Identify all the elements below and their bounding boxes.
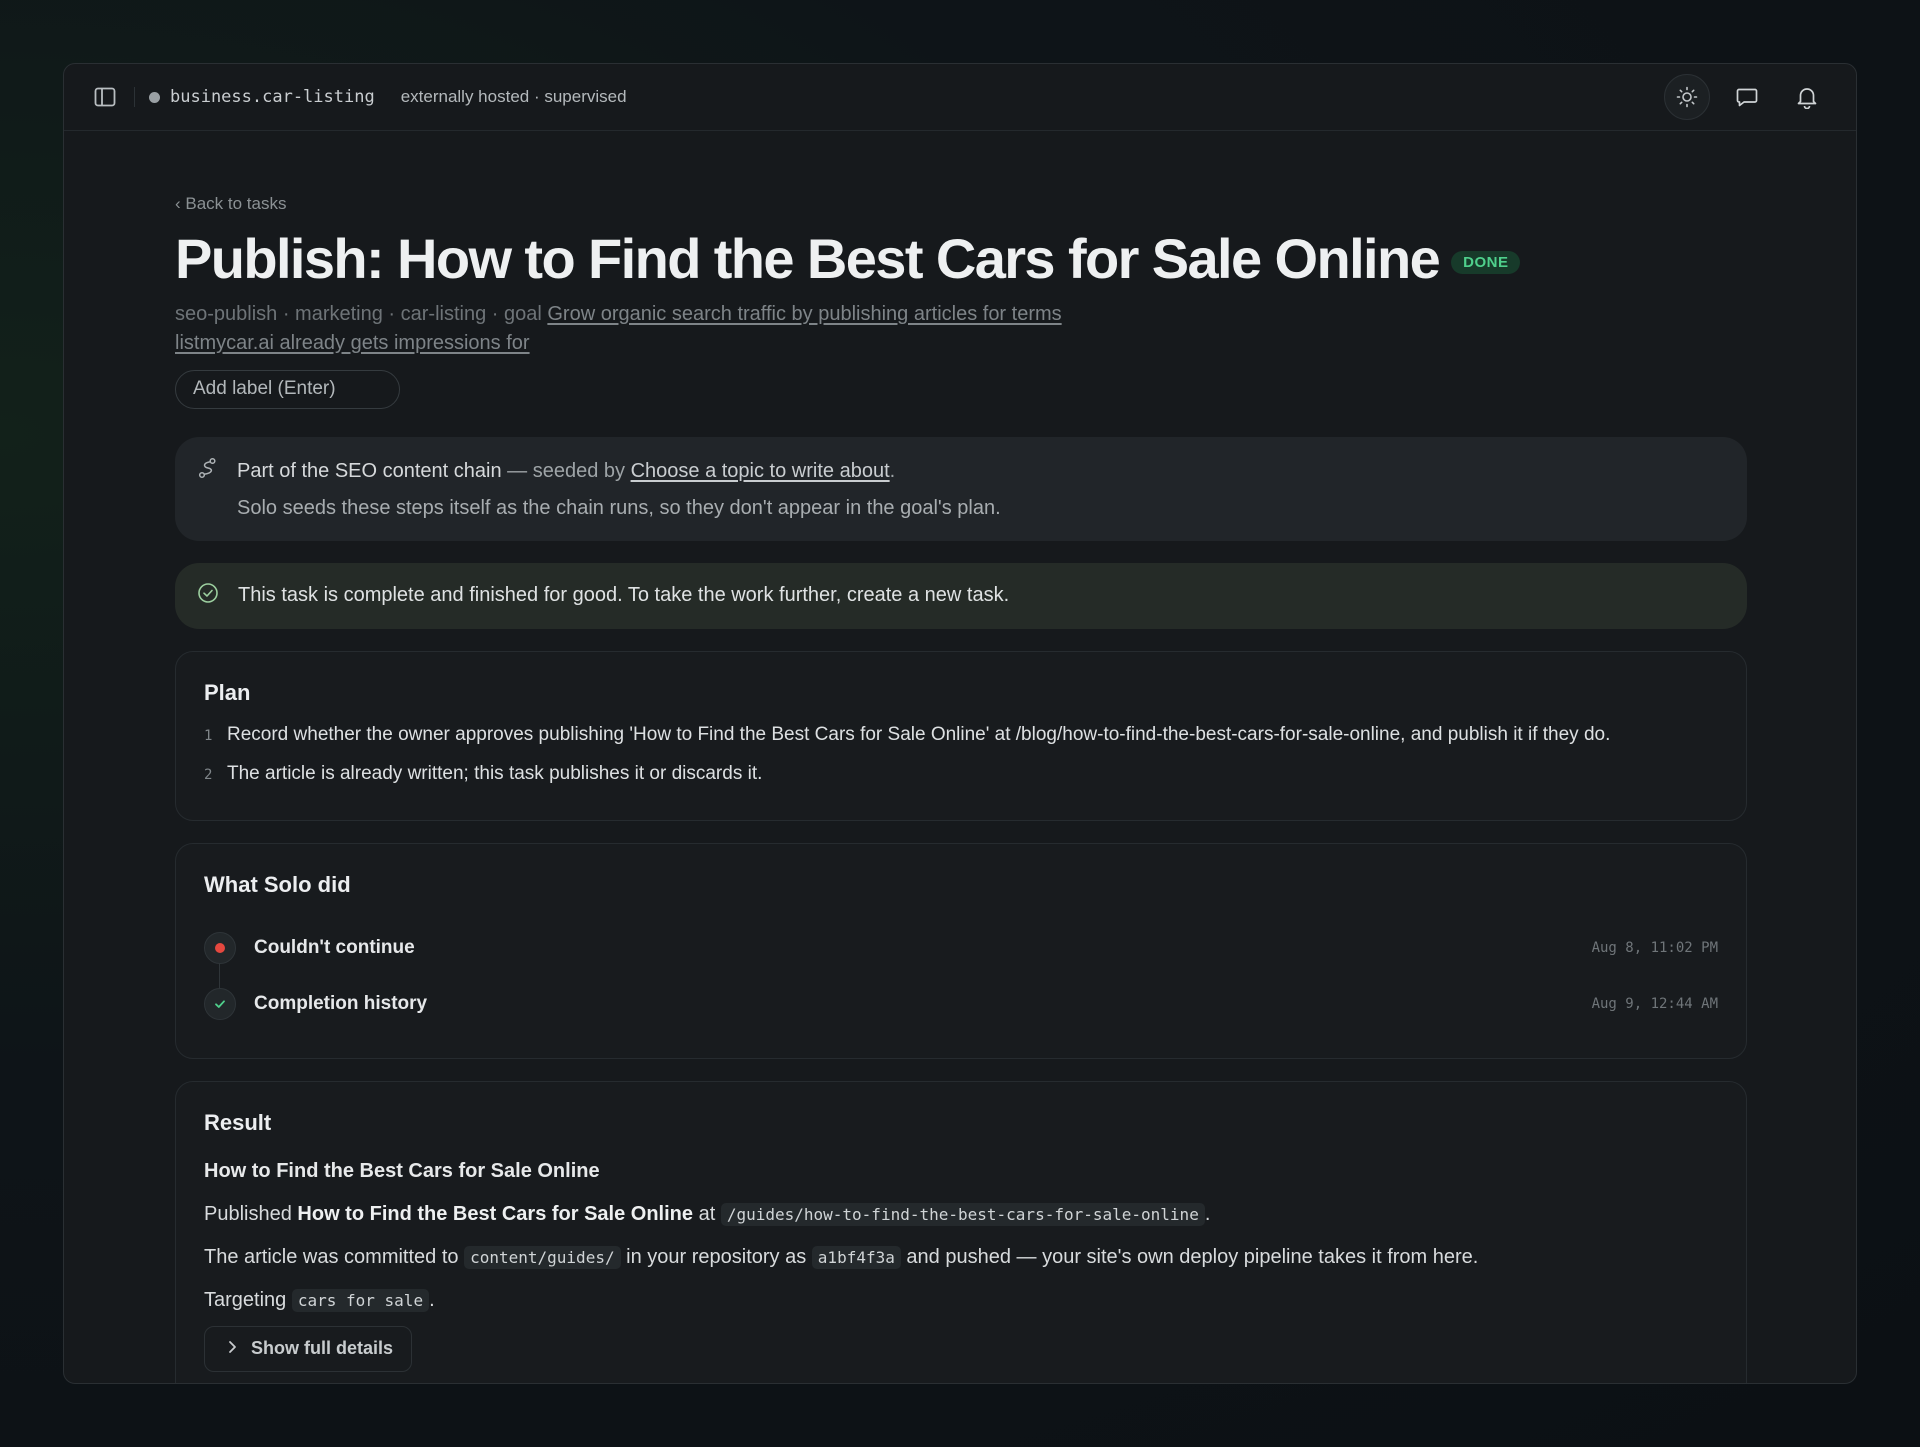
published-line: Published How to Find the Best Cars for …	[204, 1202, 1211, 1226]
commit-suffix: and pushed — your site's own deploy pipe…	[900, 1245, 1479, 1268]
chain-info: Part of the SEO content chain — seeded b…	[175, 436, 1747, 541]
targeting-prefix: Targeting	[204, 1288, 292, 1311]
published-prefix: Published	[204, 1202, 298, 1225]
hosting-mode: externally hosted · supervised	[400, 87, 627, 106]
chain-note: Solo seeds these steps itself as the cha…	[237, 496, 1001, 519]
chain-name: Part of the SEO content chain	[237, 459, 502, 482]
chain-description: Part of the SEO content chain — seeded b…	[237, 456, 1747, 486]
step-text: Record whether the owner approves publis…	[227, 723, 1611, 745]
top-actions	[1664, 74, 1830, 120]
show-details-label: Show full details	[251, 1338, 394, 1359]
check-icon	[204, 987, 236, 1020]
task-detail: ‹ Back to tasks Publish: How to Find the…	[175, 194, 1747, 1383]
error-dot-icon	[204, 931, 236, 964]
event-time: Aug 8, 11:02 PM	[1591, 939, 1718, 956]
plan-step: 2 The article is already written; this t…	[204, 763, 1718, 802]
back-to-tasks-link[interactable]: ‹ Back to tasks	[175, 194, 286, 214]
chevron-right-icon	[227, 1338, 237, 1359]
sun-icon[interactable]	[1664, 74, 1710, 120]
step-number: 2	[204, 766, 213, 783]
show-full-details-button[interactable]: Show full details	[204, 1325, 413, 1372]
published-path: /guides/how-to-find-the-best-cars-for-sa…	[720, 1202, 1205, 1226]
complete-notice-text: This task is complete and finished for g…	[238, 584, 1010, 607]
page-title: Publish: How to Find the Best Cars for S…	[175, 227, 1441, 290]
commit-line: The article was committed to content/gui…	[204, 1245, 1718, 1269]
activity-card: What Solo did Couldn't continue Aug 8, 1…	[175, 842, 1747, 1059]
published-title: How to Find the Best Cars for Sale Onlin…	[297, 1202, 694, 1225]
commit-dir: content/guides/	[464, 1245, 621, 1269]
sidebar-icon[interactable]	[92, 84, 118, 110]
chain-suffix: .	[889, 459, 896, 482]
article-title: How to Find the Best Cars for Sale Onlin…	[204, 1159, 600, 1182]
step-text: The article is already written; this tas…	[227, 762, 763, 784]
divider	[134, 87, 135, 107]
activity-heading: What Solo did	[204, 871, 351, 897]
plan-step: 1 Record whether the owner approves publ…	[204, 724, 1718, 763]
seed-task-link[interactable]: Choose a topic to write about	[631, 460, 890, 482]
chain-icon	[197, 457, 219, 484]
activity-event[interactable]: Completion history Aug 9, 12:44 AM	[204, 976, 1718, 1032]
complete-notice: This task is complete and finished for g…	[175, 562, 1747, 629]
bell-icon[interactable]	[1784, 74, 1830, 120]
step-number: 1	[204, 727, 213, 744]
target-keyword: cars for sale	[291, 1288, 430, 1312]
task-meta: seo-publish · marketing · car-listing · …	[175, 300, 1075, 358]
task-tags: seo-publish · marketing · car-listing · …	[175, 302, 548, 325]
commit-prefix: The article was committed to	[204, 1245, 465, 1268]
plan-card: Plan 1 Record whether the owner approves…	[175, 650, 1747, 821]
app-window: business.car-listing externally hosted ·…	[63, 63, 1857, 1384]
project-name: business.car-listing	[170, 87, 375, 107]
status-dot	[149, 91, 160, 103]
plan-list: 1 Record whether the owner approves publ…	[204, 724, 1718, 802]
plan-heading: Plan	[204, 679, 251, 705]
event-time: Aug 9, 12:44 AM	[1591, 995, 1718, 1012]
event-label: Couldn't continue	[254, 936, 415, 958]
published-at: at	[693, 1202, 721, 1225]
event-label: Completion history	[254, 992, 428, 1014]
check-circle-icon	[197, 582, 219, 609]
commit-hash: a1bf4f3a	[811, 1245, 901, 1269]
result-heading: Result	[204, 1109, 272, 1135]
chat-icon[interactable]	[1724, 74, 1770, 120]
chain-seeded-by: — seeded by	[501, 459, 631, 482]
commit-mid: in your repository as	[620, 1245, 812, 1268]
activity-timeline: Couldn't continue Aug 8, 11:02 PM Comple…	[204, 920, 1718, 1032]
targeting-line: Targeting cars for sale.	[204, 1288, 435, 1312]
add-label-input[interactable]	[175, 369, 400, 409]
top-bar: business.car-listing externally hosted ·…	[64, 64, 1856, 131]
status-badge: DONE	[1451, 251, 1521, 275]
result-card: Result How to Find the Best Cars for Sal…	[175, 1080, 1747, 1383]
activity-event[interactable]: Couldn't continue Aug 8, 11:02 PM	[204, 920, 1718, 976]
